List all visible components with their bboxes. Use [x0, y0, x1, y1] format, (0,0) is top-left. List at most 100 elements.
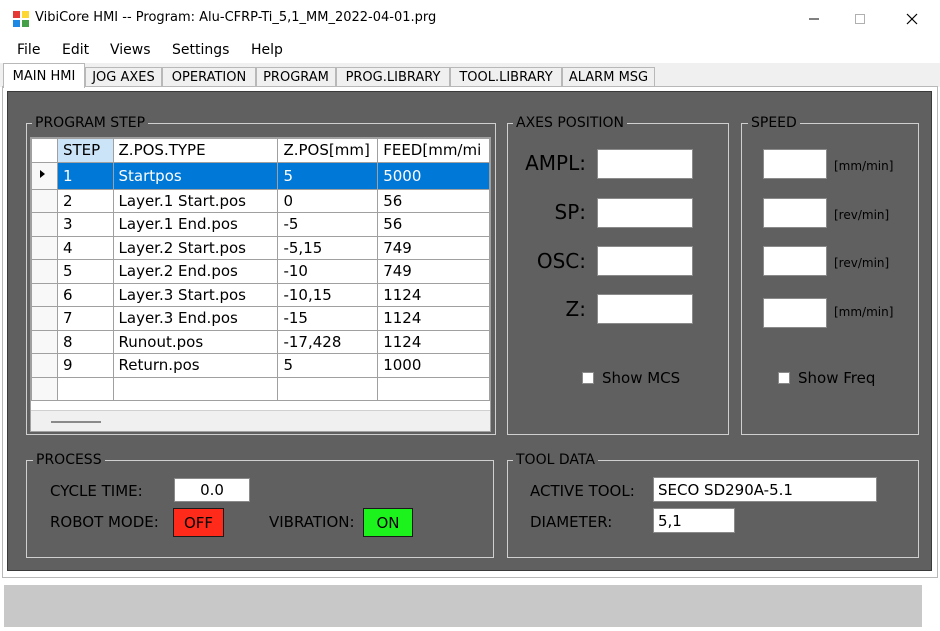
grid-scroll-thumb[interactable]	[51, 421, 101, 423]
show-mcs-label[interactable]: Show MCS	[602, 369, 680, 387]
speed-input-4[interactable]	[763, 298, 827, 328]
step-cell[interactable]: 4	[56, 235, 114, 260]
close-button[interactable]	[889, 0, 935, 37]
zpos-type-cell[interactable]: Layer.3 Start.pos	[112, 282, 279, 307]
menu-file[interactable]: File	[17, 42, 40, 58]
zpos-cell[interactable]: -10	[277, 259, 379, 284]
row-header[interactable]	[31, 235, 58, 260]
z-input[interactable]	[597, 294, 693, 324]
zpos-type-cell[interactable]: Layer.2 Start.pos	[112, 235, 279, 260]
tab-operation[interactable]: OPERATION	[162, 67, 256, 87]
table-row[interactable]: 7 Layer.3 End.pos -15 1124	[31, 306, 490, 331]
sp-input[interactable]	[597, 198, 693, 228]
show-mcs-checkbox[interactable]	[582, 372, 594, 384]
show-freq-label[interactable]: Show Freq	[798, 369, 875, 387]
empty-cell[interactable]	[112, 376, 279, 401]
zpos-cell[interactable]: -5	[277, 212, 379, 237]
zpos-type-cell[interactable]: Layer.2 End.pos	[112, 259, 279, 284]
tab-program[interactable]: PROGRAM	[256, 67, 336, 87]
maximize-button[interactable]	[837, 0, 883, 37]
step-cell[interactable]: 2	[56, 188, 114, 213]
step-cell[interactable]: 9	[56, 353, 114, 378]
row-header[interactable]	[31, 353, 58, 378]
feed-cell[interactable]: 1124	[377, 282, 490, 307]
zpos-cell[interactable]: -17,428	[277, 329, 379, 354]
minimize-button[interactable]	[791, 0, 837, 37]
zpos-type-cell[interactable]: Return.pos	[112, 353, 279, 378]
column-header-zpos-type[interactable]: Z.POS.TYPE	[112, 138, 279, 163]
table-row[interactable]: 8 Runout.pos -17,428 1124	[31, 329, 490, 354]
step-cell[interactable]: 7	[56, 306, 114, 331]
program-step-grid[interactable]: STEP Z.POS.TYPE Z.POS[mm] FEED[mm/mi 1 St…	[30, 137, 491, 432]
table-row[interactable]: 1 Startpos 5 5000	[31, 161, 490, 190]
new-row[interactable]	[31, 376, 490, 401]
step-cell[interactable]: 3	[56, 212, 114, 237]
feed-cell[interactable]: 749	[377, 259, 490, 284]
feed-cell[interactable]: 749	[377, 235, 490, 260]
ampl-input[interactable]	[597, 149, 693, 179]
feed-cell[interactable]: 1124	[377, 329, 490, 354]
feed-cell[interactable]: 56	[377, 188, 490, 213]
empty-cell[interactable]	[377, 376, 490, 401]
step-cell[interactable]: 1	[56, 161, 114, 190]
column-header-step[interactable]: STEP	[56, 138, 114, 163]
empty-cell[interactable]	[56, 376, 114, 401]
row-header[interactable]	[31, 188, 58, 213]
feed-cell[interactable]: 1124	[377, 306, 490, 331]
table-row[interactable]: 5 Layer.2 End.pos -10 749	[31, 259, 490, 284]
zpos-type-cell[interactable]: Startpos	[112, 161, 279, 190]
row-header[interactable]	[31, 212, 58, 237]
zpos-cell[interactable]: -10,15	[277, 282, 379, 307]
table-row[interactable]: 2 Layer.1 Start.pos 0 56	[31, 188, 490, 213]
row-header[interactable]	[31, 376, 58, 401]
feed-cell[interactable]: 5000	[377, 161, 490, 190]
menu-help[interactable]: Help	[251, 42, 283, 58]
table-row[interactable]: 4 Layer.2 Start.pos -5,15 749	[31, 235, 490, 260]
column-header-zpos[interactable]: Z.POS[mm]	[277, 138, 379, 163]
row-header[interactable]	[31, 282, 58, 307]
speed-input-2[interactable]	[763, 198, 827, 228]
zpos-type-cell[interactable]: Layer.3 End.pos	[112, 306, 279, 331]
table-row[interactable]: 9 Return.pos 5 1000	[31, 353, 490, 378]
step-cell[interactable]: 5	[56, 259, 114, 284]
tab-jog-axes[interactable]: JOG AXES	[85, 67, 162, 87]
row-header[interactable]	[31, 329, 58, 354]
step-cell[interactable]: 8	[56, 329, 114, 354]
zpos-type-cell[interactable]: Layer.1 Start.pos	[112, 188, 279, 213]
zpos-type-cell[interactable]: Layer.1 End.pos	[112, 212, 279, 237]
menu-views[interactable]: Views	[110, 42, 151, 58]
zpos-type-cell[interactable]: Runout.pos	[112, 329, 279, 354]
row-header[interactable]	[31, 161, 58, 190]
menu-edit[interactable]: Edit	[62, 42, 89, 58]
zpos-cell[interactable]: 5	[277, 353, 379, 378]
menu-settings[interactable]: Settings	[172, 42, 229, 58]
feed-cell[interactable]: 1000	[377, 353, 490, 378]
zpos-cell[interactable]: -15	[277, 306, 379, 331]
osc-input[interactable]	[597, 246, 693, 276]
grid-horizontal-scrollbar[interactable]	[31, 410, 490, 431]
show-freq-checkbox[interactable]	[778, 372, 790, 384]
table-row[interactable]: 6 Layer.3 Start.pos -10,15 1124	[31, 282, 490, 307]
speed-unit-4: [mm/min]	[834, 305, 894, 319]
tab-main-hmi[interactable]: MAIN HMI	[3, 63, 85, 88]
row-header[interactable]	[31, 306, 58, 331]
tab-prog-library[interactable]: PROG.LIBRARY	[336, 67, 450, 87]
active-tool-field: SECO SD290A-5.1	[653, 477, 877, 502]
table-row[interactable]: 3 Layer.1 End.pos -5 56	[31, 212, 490, 237]
speed-input-1[interactable]	[763, 149, 827, 179]
speed-input-3[interactable]	[763, 246, 827, 276]
row-header[interactable]	[31, 259, 58, 284]
step-cell[interactable]: 6	[56, 282, 114, 307]
column-header-feed[interactable]: FEED[mm/mi	[377, 138, 490, 163]
vibration-indicator[interactable]: ON	[363, 508, 413, 537]
zpos-cell[interactable]: 0	[277, 188, 379, 213]
sp-label: SP:	[554, 200, 587, 224]
zpos-cell[interactable]: -5,15	[277, 235, 379, 260]
robot-mode-indicator[interactable]: OFF	[173, 508, 224, 537]
zpos-cell[interactable]: 5	[277, 161, 379, 190]
tab-alarm-msg[interactable]: ALARM MSG	[562, 67, 655, 87]
process-title: PROCESS	[33, 452, 105, 468]
tab-tool-library[interactable]: TOOL.LIBRARY	[450, 67, 562, 87]
empty-cell[interactable]	[277, 376, 379, 401]
feed-cell[interactable]: 56	[377, 212, 490, 237]
